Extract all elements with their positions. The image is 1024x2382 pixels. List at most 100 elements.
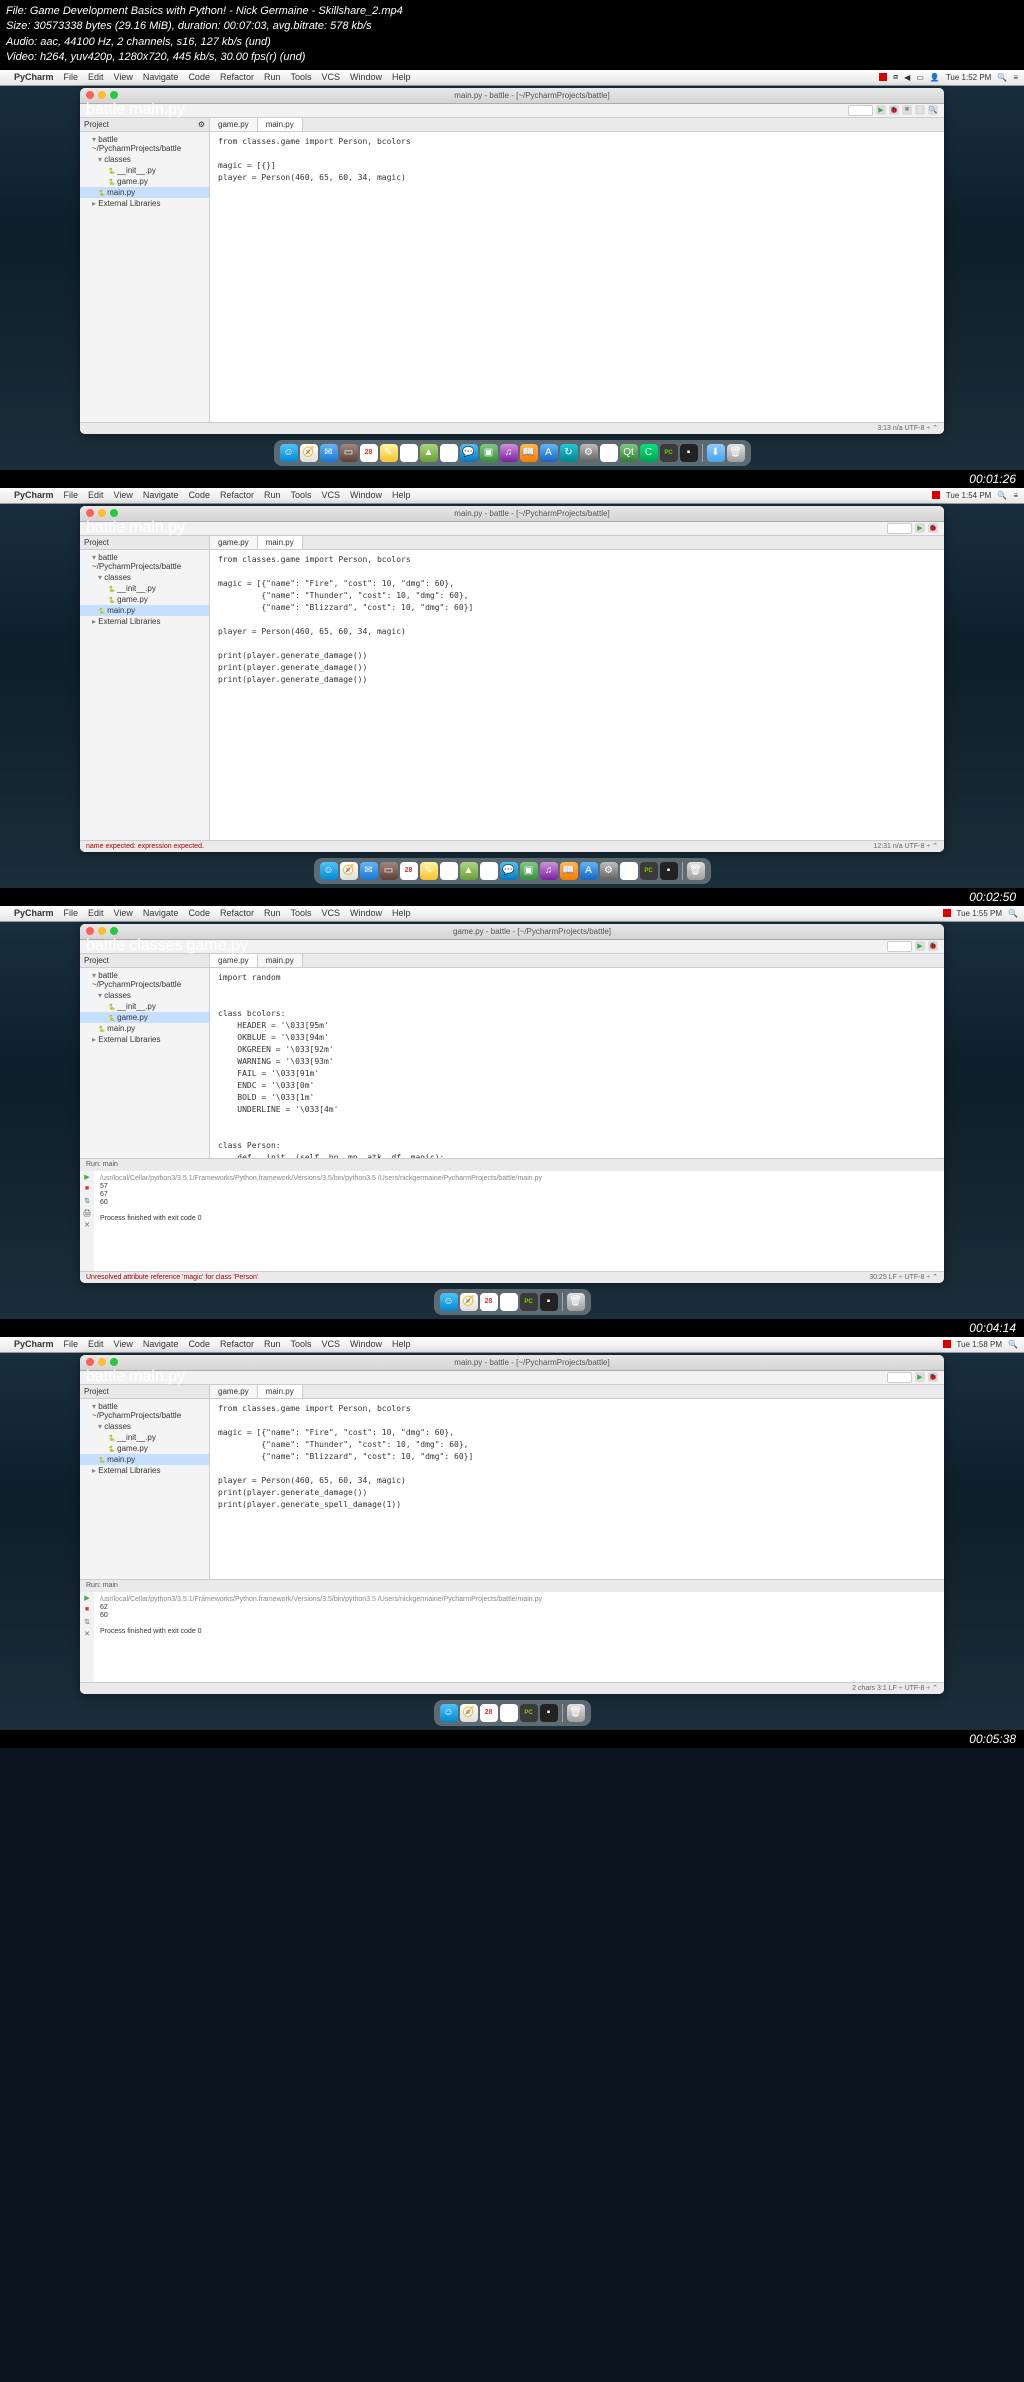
dock-safari-icon[interactable]: 🧭: [300, 444, 318, 462]
breadcrumb-file[interactable]: main.py: [129, 519, 185, 537]
notifications-icon[interactable]: ≡: [1013, 73, 1018, 82]
code-editor[interactable]: import random class bcolors: HEADER = '\…: [210, 968, 944, 1158]
menu-file[interactable]: File: [64, 1339, 79, 1349]
search-icon[interactable]: 🔍: [997, 491, 1007, 500]
external-libraries[interactable]: External Libraries: [80, 198, 209, 209]
menu-navigate[interactable]: Navigate: [143, 72, 179, 82]
clock[interactable]: Tue 1:55 PM: [957, 909, 1003, 918]
print-button[interactable]: 🖨: [82, 1209, 92, 1219]
dock-photos-icon[interactable]: ✿: [440, 444, 458, 462]
app-name[interactable]: PyCharm: [14, 490, 54, 500]
menu-refactor[interactable]: Refactor: [220, 490, 254, 500]
maximize-button[interactable]: [110, 509, 118, 517]
menu-navigate[interactable]: Navigate: [143, 1339, 179, 1349]
search-icon[interactable]: 🔍: [997, 73, 1007, 82]
breadcrumb-root[interactable]: battle: [86, 101, 125, 119]
app-name[interactable]: PyCharm: [14, 1339, 54, 1349]
classes-folder[interactable]: classes: [80, 990, 209, 1001]
project-panel-title[interactable]: Project: [84, 120, 109, 129]
dock-chrome-icon[interactable]: ◉: [500, 1704, 518, 1722]
menu-file[interactable]: File: [64, 490, 79, 500]
tab-main[interactable]: main.py: [258, 536, 303, 549]
dropbox-icon[interactable]: ⧈: [893, 72, 898, 82]
menu-vcs[interactable]: VCS: [322, 908, 341, 918]
tab-main[interactable]: main.py: [258, 954, 303, 967]
dock-terminal-icon[interactable]: ▪: [540, 1293, 558, 1311]
run-config-selector[interactable]: main: [887, 1372, 912, 1383]
debug-button[interactable]: 🐞: [928, 941, 938, 951]
menu-view[interactable]: View: [114, 1339, 133, 1349]
dock-ibooks-icon[interactable]: 📖: [560, 862, 578, 880]
maximize-button[interactable]: [110, 1358, 118, 1366]
run-config-selector[interactable]: main: [887, 941, 912, 952]
classes-folder[interactable]: classes: [80, 1421, 209, 1432]
dock-finder-icon[interactable]: ☺: [280, 444, 298, 462]
stop-run-button[interactable]: ■: [82, 1606, 92, 1616]
caret-position[interactable]: 30:25 LF ÷ UTF-8 ÷ ⌃: [869, 1273, 938, 1281]
breadcrumb-file[interactable]: game.py: [187, 937, 248, 955]
close-button[interactable]: [86, 91, 94, 99]
dock-reminders-icon[interactable]: ☰: [400, 444, 418, 462]
dock-calendar-icon[interactable]: 28: [480, 1293, 498, 1311]
dock-pycharm-icon[interactable]: PC: [640, 862, 658, 880]
stop-button[interactable]: ■: [902, 105, 912, 115]
main-file[interactable]: main.py: [80, 187, 209, 198]
menu-code[interactable]: Code: [188, 490, 210, 500]
dock-pycharm-icon[interactable]: PC: [660, 444, 678, 462]
minimize-button[interactable]: [98, 1358, 106, 1366]
dock-downloads-icon[interactable]: ⬇: [707, 444, 725, 462]
tab-game[interactable]: game.py: [210, 1385, 258, 1398]
notifications-icon[interactable]: ≡: [1013, 491, 1018, 500]
volume-icon[interactable]: ◀: [904, 73, 910, 82]
clock[interactable]: Tue 1:54 PM: [946, 491, 992, 500]
tab-game[interactable]: game.py: [210, 954, 258, 967]
run-button[interactable]: ▶: [915, 523, 925, 533]
dock-trash-icon[interactable]: 🗑: [567, 1704, 585, 1722]
menu-run[interactable]: Run: [264, 72, 281, 82]
menu-run[interactable]: Run: [264, 908, 281, 918]
dock-contacts-icon[interactable]: ▭: [340, 444, 358, 462]
menu-edit[interactable]: Edit: [88, 1339, 104, 1349]
dock-calendar-icon[interactable]: 28: [360, 444, 378, 462]
game-file[interactable]: game.py: [80, 176, 209, 187]
close-button[interactable]: [86, 509, 94, 517]
dock-systemprefs-icon[interactable]: ⚙: [600, 862, 618, 880]
menu-run[interactable]: Run: [264, 1339, 281, 1349]
dock-safari-icon[interactable]: 🧭: [340, 862, 358, 880]
dock-systemprefs-icon[interactable]: ⚙: [580, 444, 598, 462]
project-panel-title[interactable]: Project: [84, 538, 109, 547]
dock-messages-icon[interactable]: 💬: [460, 444, 478, 462]
clock[interactable]: Tue 1:52 PM: [946, 73, 992, 82]
clock[interactable]: Tue 1:58 PM: [957, 1340, 1003, 1349]
user-icon[interactable]: 👤: [930, 73, 940, 82]
menu-window[interactable]: Window: [350, 1339, 382, 1349]
dock-itunes-icon[interactable]: ♫: [540, 862, 558, 880]
menu-code[interactable]: Code: [188, 1339, 210, 1349]
run-config-selector[interactable]: main: [887, 523, 912, 534]
debug-button[interactable]: 🐞: [928, 1372, 938, 1382]
minimize-button[interactable]: [98, 509, 106, 517]
maximize-button[interactable]: [110, 927, 118, 935]
menu-vcs[interactable]: VCS: [322, 1339, 341, 1349]
dock-chrome-icon[interactable]: ◉: [600, 444, 618, 462]
menu-help[interactable]: Help: [392, 1339, 411, 1349]
search-button[interactable]: 🔍: [928, 105, 938, 115]
close-button[interactable]: [86, 927, 94, 935]
menu-window[interactable]: Window: [350, 908, 382, 918]
dock-ibooks-icon[interactable]: 📖: [520, 444, 538, 462]
minimize-button[interactable]: [98, 91, 106, 99]
run-button[interactable]: ▶: [915, 1372, 925, 1382]
run-panel-title[interactable]: Run: main: [86, 1582, 118, 1589]
menu-window[interactable]: Window: [350, 72, 382, 82]
dock-calendar-icon[interactable]: 28: [400, 862, 418, 880]
dock-notes-icon[interactable]: ✎: [420, 862, 438, 880]
game-file[interactable]: game.py: [80, 1012, 209, 1023]
menu-window[interactable]: Window: [350, 490, 382, 500]
search-icon[interactable]: 🔍: [1008, 1340, 1018, 1349]
battery-icon[interactable]: ▭: [916, 73, 924, 82]
caret-position[interactable]: 12:31 n/a UTF-8 ÷ ⌃: [873, 842, 938, 850]
caret-position[interactable]: 3:13 n/a UTF-8 ÷ ⌃: [877, 424, 938, 432]
menu-file[interactable]: File: [64, 72, 79, 82]
menu-edit[interactable]: Edit: [88, 490, 104, 500]
breadcrumb-root[interactable]: battle: [86, 519, 125, 537]
